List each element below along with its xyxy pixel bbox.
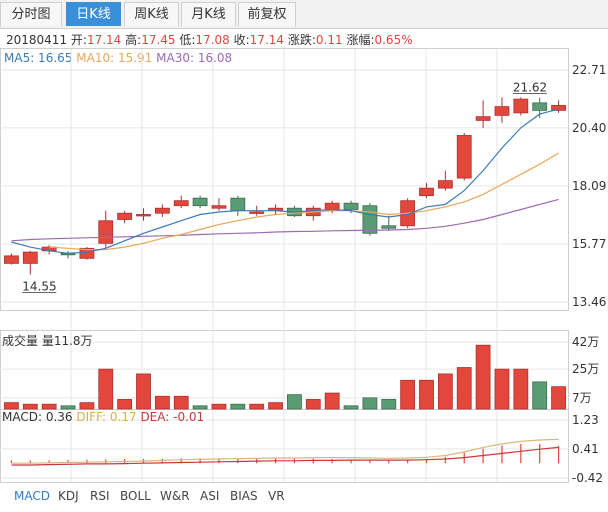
candle-body	[192, 197, 208, 207]
volume-bar	[362, 397, 378, 410]
axis-layer: 22.71 20.40 18.09 15.77 13.46 42万 25万 7万 1.23 0.4…	[572, 63, 606, 485]
volume-bar	[513, 368, 529, 410]
tab-rsi[interactable]: RSI	[90, 489, 110, 503]
volume-bar	[343, 405, 359, 410]
volume-bar	[532, 381, 548, 410]
candle-body	[117, 212, 133, 220]
dea-value: DEA: -0.01	[140, 410, 205, 424]
volume-bar	[381, 399, 397, 410]
volume-bar	[41, 403, 57, 410]
candle-body	[343, 202, 359, 210]
volume-bar	[551, 386, 566, 410]
volume-bar	[230, 403, 246, 410]
candle-body	[4, 255, 19, 264]
candle-body	[154, 207, 170, 214]
price-annotation: 21.62	[513, 80, 547, 94]
candle-body	[494, 106, 510, 116]
diff-line	[11, 438, 559, 464]
volume-bar	[117, 399, 133, 410]
volume-bar	[287, 394, 302, 410]
volume-bar	[419, 379, 434, 410]
price-tick-label: 22.71	[572, 63, 606, 77]
candle-body	[230, 197, 246, 212]
volume-bar	[249, 403, 265, 410]
tab-asi[interactable]: ASI	[200, 489, 219, 503]
candle-body	[437, 180, 453, 189]
ma30-line	[11, 198, 559, 242]
candle-body	[362, 205, 378, 234]
volume-bar	[136, 373, 151, 410]
volume-layer	[4, 344, 566, 410]
volume-bar	[79, 402, 95, 410]
price-tick-label: 18.09	[572, 179, 606, 193]
macd-legend: MACD: 0.36 DIFF: 0.17 DEA: -0.01	[2, 410, 204, 424]
volume-bar	[98, 368, 114, 410]
volume-bar	[400, 379, 416, 410]
volume-bar	[456, 367, 472, 410]
volume-bar	[22, 403, 38, 410]
candle-body	[513, 98, 529, 114]
volume-bar	[324, 392, 340, 410]
price-annotation: 14.55	[22, 280, 56, 294]
candle-body	[136, 214, 151, 217]
volume-tick-label: 42万	[572, 335, 599, 349]
volume-bar	[211, 403, 227, 410]
candle-body	[211, 205, 227, 209]
candle-body	[532, 102, 548, 111]
tab-bias[interactable]: BIAS	[230, 489, 258, 503]
price-layer: 14.55 21.62	[4, 80, 566, 294]
volume-bar	[154, 395, 170, 410]
tab-boll[interactable]: BOLL	[120, 489, 151, 503]
tab-kdj[interactable]: KDJ	[58, 489, 79, 503]
volume-bar	[4, 402, 19, 410]
price-tick-label: 20.40	[572, 121, 606, 135]
price-tick-label: 15.77	[572, 237, 606, 251]
kline-chart: 14.5521.62 22.7120.4018.0915.7713.4642万2…	[0, 48, 606, 485]
candle-body	[381, 225, 397, 229]
volume-bar	[437, 373, 453, 410]
volume-bar	[173, 395, 189, 410]
tab-macd[interactable]: MACD	[14, 489, 50, 503]
candle-body	[22, 251, 38, 264]
tab-wr[interactable]: W&R	[160, 489, 190, 503]
indicator-tabs: MACD KDJ RSI BOLL W&R ASI BIAS VR	[0, 486, 608, 510]
price-tick-label: 13.46	[572, 295, 606, 309]
volume-bar	[60, 405, 76, 410]
macd-layer	[10, 438, 560, 466]
volume-tick-label: 25万	[572, 362, 599, 376]
candle-body	[456, 135, 472, 179]
volume-bar	[268, 402, 283, 410]
volume-title: 成交量 量11.8万	[2, 334, 93, 348]
candle-body	[98, 220, 114, 244]
volume-bar	[305, 399, 321, 410]
tab-vr[interactable]: VR	[268, 489, 285, 503]
ma10-line	[49, 152, 559, 251]
volume-bar	[192, 405, 208, 410]
candle-body	[249, 211, 265, 214]
candle-body	[475, 116, 491, 121]
volume-bar	[494, 368, 510, 410]
candle-body	[173, 200, 189, 207]
macd-tick-label: 1.23	[572, 413, 599, 427]
candle-body	[419, 187, 434, 197]
macd-tick-label: 0.41	[572, 442, 599, 456]
macd-tick-label: -0.42	[572, 471, 603, 485]
diff-value: DIFF: 0.17	[76, 410, 137, 424]
volume-bar	[475, 344, 491, 410]
macd-value: MACD: 0.36	[2, 410, 73, 424]
volume-tick-label: 7万	[572, 391, 592, 405]
